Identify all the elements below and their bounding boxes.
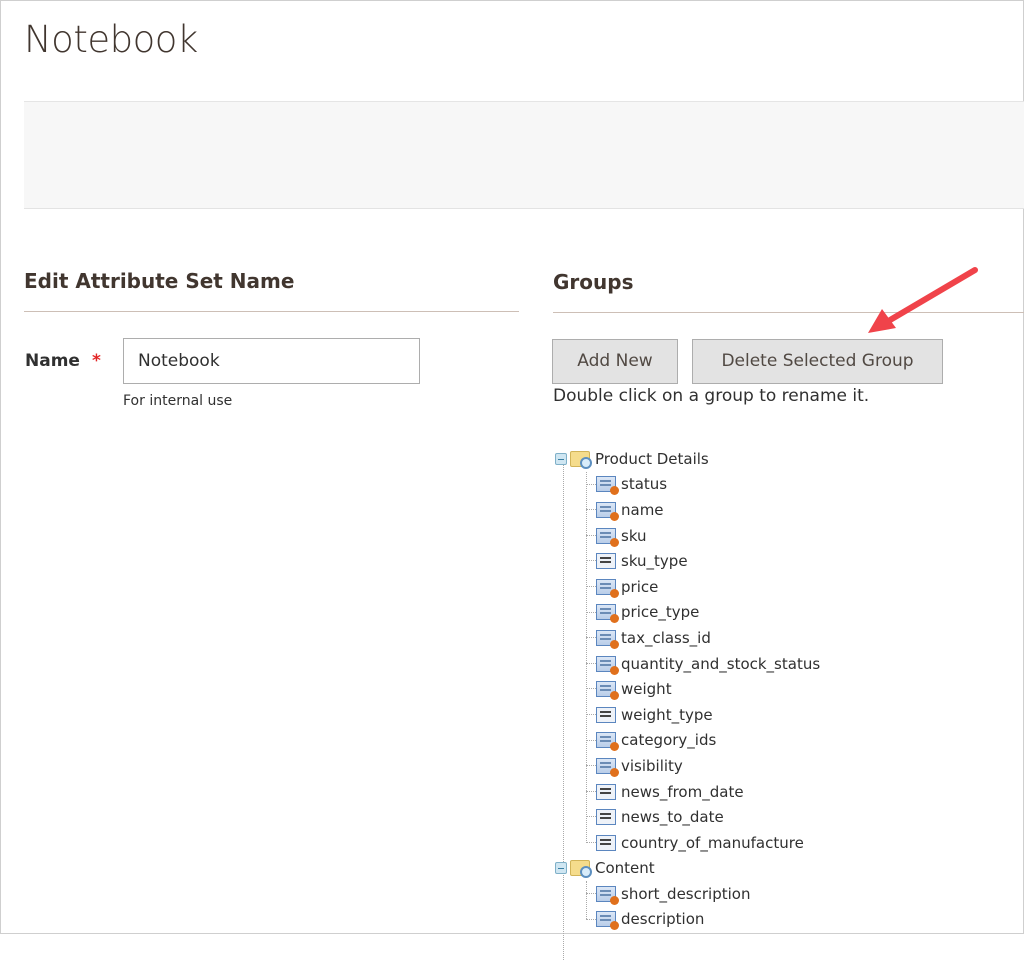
page-actions-bar <box>24 101 1024 209</box>
attribute-label: sku <box>621 526 647 545</box>
attribute-label: weight <box>621 680 672 699</box>
tree-attribute[interactable]: price_type <box>555 600 820 626</box>
folder-icon <box>570 450 592 469</box>
tree-attribute[interactable]: price <box>555 574 820 600</box>
collapse-icon[interactable] <box>555 452 567 465</box>
collapse-icon[interactable] <box>555 862 567 875</box>
page-title: Notebook <box>24 18 198 61</box>
required-mark: * <box>91 351 101 371</box>
attribute-icon <box>596 706 616 723</box>
attribute-label: visibility <box>621 756 683 775</box>
system-attribute-icon <box>596 476 619 496</box>
tree-attribute[interactable]: tax_class_id <box>555 625 820 651</box>
tree-attribute[interactable]: weight_type <box>555 702 820 728</box>
rename-hint: Double click on a group to rename it. <box>553 386 870 406</box>
divider <box>24 311 519 312</box>
attribute-label: price <box>621 577 659 596</box>
system-attribute-icon <box>596 681 619 701</box>
system-attribute-icon <box>596 885 619 905</box>
attribute-label: tax_class_id <box>621 628 711 647</box>
attribute-label: news_from_date <box>621 782 744 801</box>
folder-icon <box>570 860 592 879</box>
delete-selected-group-button[interactable]: Delete Selected Group <box>692 339 943 384</box>
attribute-icon <box>596 809 616 826</box>
system-attribute-icon <box>596 501 619 521</box>
tree-attribute[interactable]: description <box>555 907 820 933</box>
attribute-label: quantity_and_stock_status <box>621 654 821 673</box>
attribute-icon <box>596 783 616 800</box>
system-attribute-icon <box>596 911 619 931</box>
group-label: Content <box>595 859 655 878</box>
attribute-label: name <box>621 500 664 519</box>
attribute-label: short_description <box>621 884 751 903</box>
tree-attribute[interactable]: news_to_date <box>555 804 820 830</box>
system-attribute-icon <box>596 757 619 777</box>
tree-attribute[interactable]: category_ids <box>555 728 820 754</box>
tree-attribute[interactable]: short_description <box>555 881 820 907</box>
edit-section-title: Edit Attribute Set Name <box>24 269 295 293</box>
attribute-label: price_type <box>621 603 700 622</box>
tree-attribute[interactable]: sku_type <box>555 548 820 574</box>
attribute-label: sku_type <box>621 552 688 571</box>
tree-attribute[interactable]: country_of_manufacture <box>555 830 820 856</box>
tree-group[interactable]: Content <box>555 856 820 882</box>
attribute-label: weight_type <box>621 705 713 724</box>
tree-attribute[interactable]: status <box>555 472 820 498</box>
add-new-group-button[interactable]: Add New <box>552 339 678 384</box>
groups-title: Groups <box>553 270 634 294</box>
tree-attribute[interactable]: name <box>555 497 820 523</box>
system-attribute-icon <box>596 578 619 598</box>
attribute-label: description <box>621 910 705 929</box>
name-input[interactable] <box>123 338 420 384</box>
attribute-label: news_to_date <box>621 808 724 827</box>
attribute-icon <box>596 834 616 851</box>
attribute-label: category_ids <box>621 731 717 750</box>
name-label: Name * <box>25 351 101 371</box>
tree-group[interactable]: Product Details <box>555 446 820 472</box>
attribute-icon <box>596 553 616 570</box>
tree-attribute[interactable]: news_from_date <box>555 779 820 805</box>
tree-attribute[interactable]: visibility <box>555 753 820 779</box>
system-attribute-icon <box>596 655 619 675</box>
tree-attribute[interactable]: quantity_and_stock_status <box>555 651 820 677</box>
system-attribute-icon <box>596 604 619 624</box>
attribute-label: status <box>621 475 668 494</box>
tree-attribute[interactable]: weight <box>555 676 820 702</box>
annotation-arrow-icon <box>868 267 978 333</box>
group-label: Product Details <box>595 449 709 468</box>
attribute-label: country_of_manufacture <box>621 833 804 852</box>
system-attribute-icon <box>596 732 619 752</box>
system-attribute-icon <box>596 527 619 547</box>
system-attribute-icon <box>596 629 619 649</box>
attribute-group-tree: Product Details status name sku sku_typepric… <box>555 446 820 960</box>
tree-attribute[interactable]: sku <box>555 523 820 549</box>
name-note: For internal use <box>123 393 233 409</box>
